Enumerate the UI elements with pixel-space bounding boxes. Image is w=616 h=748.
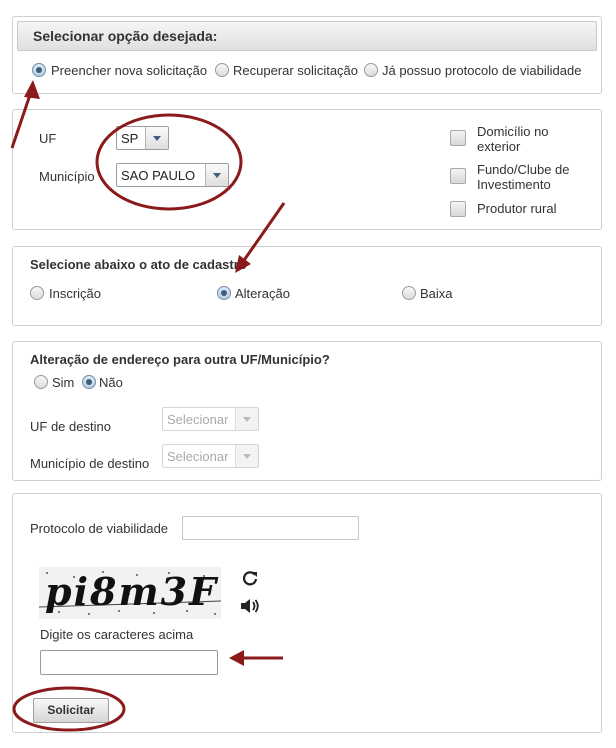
protocolo-input[interactable] — [182, 516, 359, 540]
municipio-destino-select[interactable]: Selecionar — [162, 444, 259, 468]
municipio-select-value: SAO PAULO — [121, 168, 196, 183]
checkbox-produtor-rural[interactable] — [450, 201, 466, 217]
solicitar-button-label: Solicitar — [47, 703, 95, 717]
radio-alteracao[interactable] — [217, 286, 231, 300]
uf-destino-select[interactable]: Selecionar — [162, 407, 259, 431]
act-panel-heading: Selecione abaixo o ato de cadastro — [30, 257, 247, 272]
uf-select[interactable]: SP — [116, 126, 169, 150]
act-panel: Selecione abaixo o ato de cadastro Inscr… — [12, 246, 602, 326]
radio-alteracao-label[interactable]: Alteração — [235, 286, 290, 301]
refresh-icon[interactable] — [241, 569, 259, 587]
solicitar-button[interactable]: Solicitar — [33, 698, 109, 723]
radio-nova-solicitacao-label[interactable]: Preencher nova solicitação — [51, 63, 207, 78]
municipio-destino-label: Município de destino — [30, 456, 150, 471]
captcha-text: pi8m3F — [45, 569, 219, 614]
municipio-label: Município — [39, 169, 95, 184]
checkbox-domicilio-exterior-label-line2[interactable]: exterior — [477, 139, 520, 154]
chevron-down-icon[interactable] — [235, 445, 258, 467]
municipio-select[interactable]: SAO PAULO — [116, 163, 229, 187]
radio-sim-label[interactable]: Sim — [52, 375, 74, 390]
chevron-down-icon[interactable] — [235, 408, 258, 430]
radio-recuperar-solicitacao[interactable] — [215, 63, 229, 77]
radio-sim[interactable] — [34, 375, 48, 389]
municipio-destino-placeholder: Selecionar — [167, 449, 229, 464]
radio-protocolo-viabilidade[interactable] — [364, 63, 378, 77]
radio-baixa[interactable] — [402, 286, 416, 300]
protocolo-label: Protocolo de viabilidade — [30, 521, 169, 536]
option-panel-heading: Selecionar opção desejada: — [33, 28, 218, 44]
chevron-down-icon[interactable] — [145, 127, 168, 149]
checkbox-produtor-rural-label[interactable]: Produtor rural — [477, 201, 556, 216]
radio-recuperar-solicitacao-label[interactable]: Recuperar solicitação — [233, 63, 358, 78]
radio-baixa-label[interactable]: Baixa — [420, 286, 453, 301]
protocol-panel: Protocolo de viabilidade pi8m3F Digite o… — [12, 493, 602, 733]
option-panel: Selecionar opção desejada: Preencher nov… — [12, 16, 602, 94]
address-change-panel: Alteração de endereço para outra UF/Muni… — [12, 341, 602, 481]
uf-label: UF — [39, 131, 57, 146]
checkbox-fundo-investimento[interactable] — [450, 168, 466, 184]
speaker-icon[interactable] — [240, 597, 260, 615]
captcha-input[interactable] — [40, 650, 218, 675]
checkbox-fundo-investimento-label-line2[interactable]: Investimento — [477, 177, 551, 192]
chevron-down-icon[interactable] — [205, 164, 228, 186]
radio-inscricao-label[interactable]: Inscrição — [49, 286, 101, 301]
radio-nao[interactable] — [82, 375, 96, 389]
option-panel-header: Selecionar opção desejada: — [17, 21, 597, 51]
checkbox-domicilio-exterior[interactable] — [450, 130, 466, 146]
checkbox-fundo-investimento-label-line1[interactable]: Fundo/Clube de — [477, 162, 570, 177]
captcha-prompt: Digite os caracteres acima — [40, 627, 194, 642]
radio-nao-label[interactable]: Não — [99, 375, 123, 390]
captcha-image: pi8m3F — [39, 567, 221, 619]
uf-destino-placeholder: Selecionar — [167, 412, 229, 427]
radio-protocolo-viabilidade-label[interactable]: Já possuo protocolo de viabilidade — [382, 63, 581, 78]
radio-inscricao[interactable] — [30, 286, 44, 300]
uf-destino-label: UF de destino — [30, 419, 111, 434]
address-change-heading: Alteração de endereço para outra UF/Muni… — [30, 352, 330, 367]
uf-select-value: SP — [121, 131, 139, 146]
radio-nova-solicitacao[interactable] — [32, 63, 46, 77]
checkbox-domicilio-exterior-label-line1[interactable]: Domicílio no — [477, 124, 549, 139]
location-panel: UF SP Município SAO PAULO Domicílio no e… — [12, 109, 602, 230]
